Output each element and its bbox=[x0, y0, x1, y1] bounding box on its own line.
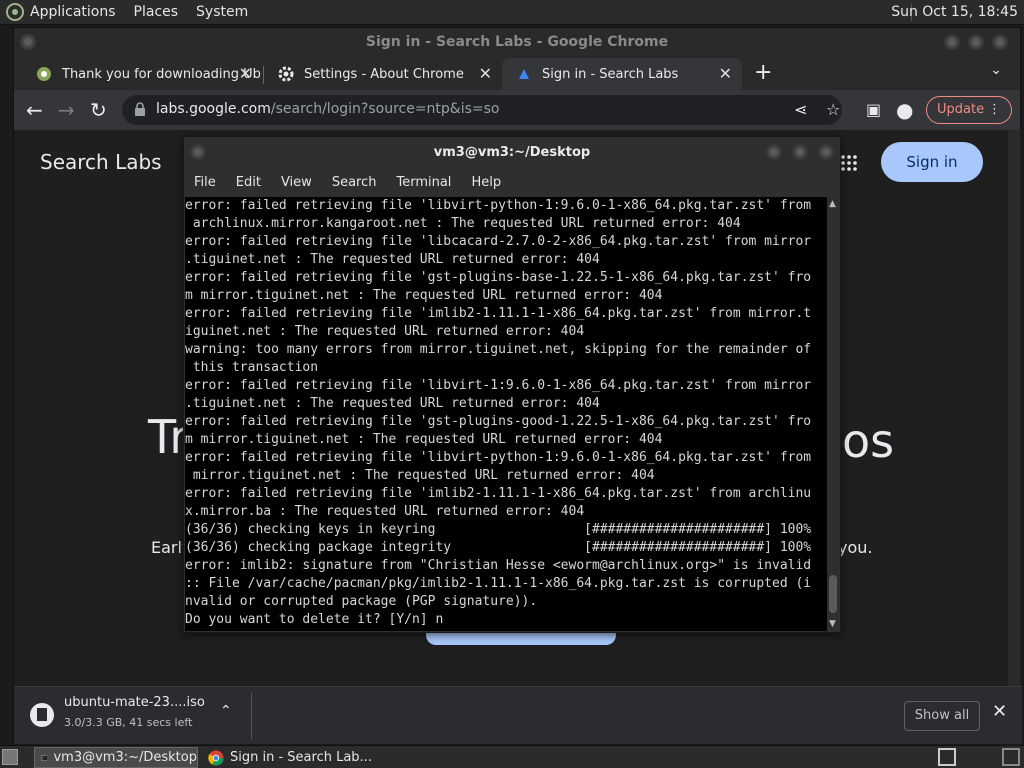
taskbar-item-chrome[interactable]: Sign in - Search Lab... bbox=[202, 747, 372, 768]
show-desktop-icon[interactable] bbox=[2, 749, 18, 765]
hero-subtext-end: you. bbox=[838, 538, 873, 557]
terminal-scrollbar[interactable]: ▲ ▼ bbox=[827, 197, 839, 631]
taskbar-item-label: vm3@vm3:~/Desktop bbox=[53, 750, 197, 765]
chrome-icon bbox=[208, 750, 224, 766]
sign-in-button[interactable]: Sign in bbox=[881, 142, 983, 182]
chrome-titlebar[interactable]: Sign in - Search Labs - Google Chrome bbox=[14, 28, 1020, 56]
menu-file[interactable]: File bbox=[194, 175, 216, 190]
share-icon[interactable]: ⋖ bbox=[794, 100, 807, 119]
download-filename[interactable]: ubuntu-mate-23....iso bbox=[64, 695, 205, 710]
scroll-thumb[interactable] bbox=[829, 575, 837, 613]
top-panel: Applications Places System Sun Oct 15, 1… bbox=[0, 0, 1024, 25]
tab-close-icon[interactable]: ✕ bbox=[719, 64, 732, 83]
show-all-button[interactable]: Show all bbox=[904, 701, 980, 731]
menu-search[interactable]: Search bbox=[332, 175, 377, 190]
tab-close-icon[interactable]: ✕ bbox=[239, 64, 252, 83]
side-panel-icon[interactable]: ▣ bbox=[866, 100, 881, 119]
terminal-window: vm3@vm3:~/Desktop File Edit View Search … bbox=[183, 136, 841, 633]
terminal-menubar: File Edit View Search Terminal Help bbox=[184, 169, 840, 195]
maximize-button[interactable] bbox=[792, 144, 808, 160]
menu-applications[interactable]: Applications bbox=[30, 4, 116, 20]
window-menu-button[interactable] bbox=[20, 34, 36, 50]
terminal-output-area[interactable]: error: failed retrieving file 'libvirt-p… bbox=[185, 197, 827, 631]
download-divider bbox=[251, 693, 252, 739]
taskbar-item-terminal[interactable]: vm3@vm3:~/Desktop bbox=[34, 747, 198, 768]
address-bar[interactable]: labs.google.com/search/login?source=ntp&… bbox=[122, 95, 842, 125]
close-icon[interactable]: ✕ bbox=[992, 701, 1007, 722]
terminal-icon bbox=[41, 754, 48, 761]
tab-label: Settings - About Chrome bbox=[304, 66, 464, 82]
ubuntu-mate-icon bbox=[37, 67, 51, 81]
terminal-titlebar[interactable]: vm3@vm3:~/Desktop bbox=[184, 137, 840, 169]
download-shelf: ubuntu-mate-23....iso 3.0/3.3 GB, 41 sec… bbox=[14, 686, 1022, 744]
minimize-button[interactable] bbox=[944, 34, 960, 50]
forward-button[interactable]: → bbox=[58, 98, 75, 122]
workspace-2[interactable] bbox=[1002, 748, 1020, 766]
update-button[interactable]: Update ⋮ bbox=[926, 96, 1012, 124]
scroll-down-icon[interactable]: ▼ bbox=[829, 619, 836, 629]
gear-icon bbox=[278, 66, 294, 82]
tab-search-labs[interactable]: Sign in - Search Labs ✕ bbox=[502, 58, 742, 90]
new-tab-button[interactable]: + bbox=[754, 60, 772, 85]
menu-edit[interactable]: Edit bbox=[236, 175, 261, 190]
taskbar-item-label: Sign in - Search Lab... bbox=[230, 750, 372, 765]
terminal-output: error: failed retrieving file 'libvirt-p… bbox=[185, 198, 812, 627]
download-status: 3.0/3.3 GB, 41 secs left bbox=[64, 716, 193, 729]
tab-ubuntu-download[interactable]: Thank you for downloading Ubu ✕ bbox=[22, 58, 262, 90]
more-menu-icon[interactable]: ⋮ bbox=[988, 97, 1001, 123]
tab-label: Sign in - Search Labs bbox=[542, 66, 679, 82]
url-text: labs.google.com/search/login?source=ntp&… bbox=[156, 101, 500, 117]
clock[interactable]: Sun Oct 15, 18:45 bbox=[891, 4, 1018, 20]
bookmark-star-icon[interactable]: ☆ bbox=[826, 100, 840, 119]
tab-strip: Thank you for downloading Ubu ✕ Settings… bbox=[14, 56, 1020, 90]
hero-heading-end: os bbox=[842, 414, 895, 468]
minimize-button[interactable] bbox=[766, 144, 782, 160]
menu-view[interactable]: View bbox=[281, 175, 312, 190]
close-button[interactable] bbox=[818, 144, 834, 160]
terminal-title: vm3@vm3:~/Desktop bbox=[433, 145, 591, 160]
reload-button[interactable]: ↻ bbox=[90, 98, 107, 122]
bottom-taskbar: vm3@vm3:~/Desktop Sign in - Search Lab..… bbox=[0, 745, 1024, 768]
window-title: Sign in - Search Labs - Google Chrome bbox=[365, 34, 669, 50]
tab-settings[interactable]: Settings - About Chrome ✕ bbox=[264, 58, 502, 90]
menu-system[interactable]: System bbox=[196, 4, 248, 20]
menu-help[interactable]: Help bbox=[471, 175, 501, 190]
download-file-icon bbox=[30, 703, 54, 727]
maximize-button[interactable] bbox=[968, 34, 984, 50]
mate-logo-icon[interactable] bbox=[6, 3, 24, 21]
apps-grid-icon[interactable] bbox=[840, 154, 858, 172]
tab-label: Thank you for downloading Ubu bbox=[62, 66, 262, 82]
search-labs-icon bbox=[519, 69, 529, 79]
tab-search-chevron-icon[interactable]: ⌄ bbox=[990, 62, 1002, 78]
update-label: Update bbox=[937, 102, 985, 117]
scroll-up-icon[interactable]: ▲ bbox=[829, 199, 836, 209]
menu-places[interactable]: Places bbox=[134, 4, 179, 20]
window-menu-button[interactable] bbox=[190, 144, 206, 160]
back-button[interactable]: ← bbox=[26, 98, 43, 122]
tab-close-icon[interactable]: ✕ bbox=[479, 64, 492, 83]
close-button[interactable] bbox=[992, 34, 1008, 50]
workspace-1[interactable] bbox=[938, 748, 956, 766]
search-labs-brand[interactable]: Search Labs bbox=[40, 150, 162, 174]
profile-avatar-icon[interactable]: ● bbox=[896, 98, 913, 122]
menu-terminal[interactable]: Terminal bbox=[396, 175, 451, 190]
lock-icon bbox=[135, 102, 145, 116]
browser-toolbar: ← → ↻ labs.google.com/search/login?sourc… bbox=[14, 90, 1020, 130]
chevron-up-icon[interactable]: ⌃ bbox=[220, 703, 232, 719]
page-scrollbar[interactable] bbox=[1008, 130, 1020, 686]
